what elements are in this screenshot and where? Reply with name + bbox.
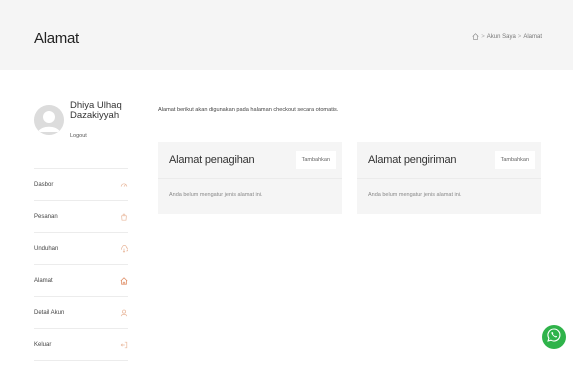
menu-item-detail-akun[interactable]: Detail Akun [34, 296, 128, 328]
user-icon [120, 309, 128, 317]
home-icon [120, 276, 128, 285]
menu-item-alamat[interactable]: Alamat [34, 264, 128, 296]
menu-item-label: Alamat [34, 277, 53, 284]
breadcrumb-item-account[interactable]: Akun Saya [487, 34, 516, 40]
billing-address-card: Alamat penagihan Tambahkan Anda belum me… [158, 142, 342, 214]
menu-item-label: Dasbor [34, 181, 54, 188]
menu-item-keluar[interactable]: Keluar [34, 328, 128, 361]
shipping-address-card: Alamat pengiriman Tambahkan Anda belum m… [357, 142, 541, 214]
user-name: Dhiya Ulhaq Dazakiyyah [70, 100, 122, 121]
whatsapp-chat-button[interactable] [542, 325, 566, 349]
logout-link[interactable]: Logout [70, 133, 87, 139]
shipping-address-title: Alamat pengiriman [368, 154, 457, 166]
shopping-bag-icon [120, 213, 128, 221]
breadcrumb-item-current: Alamat [523, 33, 542, 40]
menu-item-dasbor[interactable]: Dasbor [34, 168, 128, 200]
page-header: Alamat > Akun Saya > Alamat [0, 0, 573, 70]
user-info: Dhiya Ulhaq Dazakiyyah Logout [34, 101, 144, 151]
menu-item-label: Pesanan [34, 213, 58, 220]
menu-item-unduhan[interactable]: Unduhan [34, 232, 128, 264]
menu-item-label: Keluar [34, 341, 52, 348]
avatar [34, 105, 64, 135]
menu-item-pesanan[interactable]: Pesanan [34, 200, 128, 232]
add-billing-address-button[interactable]: Tambahkan [295, 151, 336, 169]
dashboard-icon [120, 181, 128, 189]
menu-item-label: Detail Akun [34, 309, 65, 316]
page-title: Alamat [34, 30, 79, 47]
shipping-empty-message: Anda belum mengatur jenis alamat ini. [368, 192, 462, 198]
home-icon[interactable] [472, 33, 479, 40]
billing-empty-message: Anda belum mengatur jenis alamat ini. [169, 192, 263, 198]
logout-icon [120, 341, 128, 349]
whatsapp-icon [546, 327, 562, 348]
billing-address-title: Alamat penagihan [169, 154, 255, 166]
account-navigation: Dasbor Pesanan Unduhan Alamat Detail Aku… [34, 168, 128, 361]
card-header: Alamat pengiriman Tambahkan [357, 142, 541, 179]
card-header: Alamat penagihan Tambahkan [158, 142, 342, 179]
breadcrumb-separator: > [517, 33, 522, 40]
address-intro-text: Alamat berikut akan digunakan pada halam… [158, 107, 339, 113]
breadcrumb: > Akun Saya > Alamat [472, 33, 542, 40]
breadcrumb-separator: > [481, 33, 485, 40]
download-icon [120, 244, 128, 253]
menu-item-label: Unduhan [34, 245, 59, 252]
add-shipping-address-button[interactable]: Tambahkan [494, 151, 535, 169]
